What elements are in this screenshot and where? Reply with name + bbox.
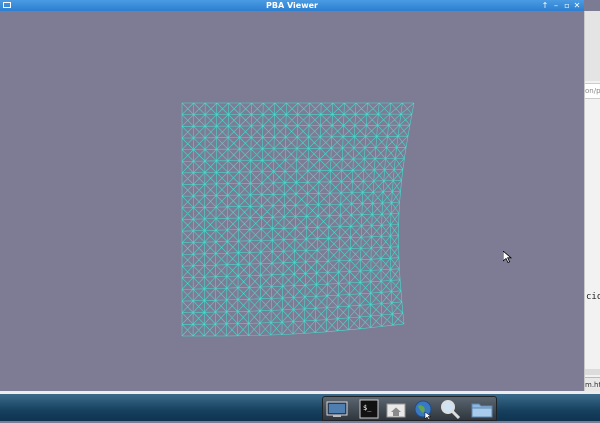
terminal-icon[interactable]: $_ [358,399,380,419]
search-icon[interactable] [439,399,461,420]
window-close-button[interactable]: ✕ [572,0,582,11]
browser-url-bar[interactable]: on/p [585,83,600,99]
folder-icon[interactable] [471,399,493,419]
browser-status-bar: m.ht [585,377,600,391]
title-bar[interactable]: PBA Viewer ↑ – ▫ ✕ [0,0,584,11]
browser-toolbar [585,11,600,81]
application-dock: $_ [322,396,497,421]
web-browser-icon[interactable] [412,399,434,421]
svg-text:$_: $_ [363,404,372,412]
window-up-button[interactable]: ↑ [540,0,550,11]
page-code-snippet: cion [586,292,600,302]
background-browser-window[interactable]: on/p cion m.ht [584,11,600,391]
mesh-wireframe [181,102,415,337]
cloth-mesh [181,102,415,337]
home-folder-icon[interactable] [385,399,407,419]
horizontal-scrollbar[interactable] [585,369,600,375]
display-icon[interactable] [326,399,348,419]
mouse-cursor-icon [503,251,513,263]
window-title: PBA Viewer [266,1,318,10]
taskbar [0,394,600,421]
window-restore-button[interactable]: ▫ [562,0,572,11]
render-viewport[interactable] [0,11,584,391]
window-minimize-button[interactable]: – [551,0,561,11]
